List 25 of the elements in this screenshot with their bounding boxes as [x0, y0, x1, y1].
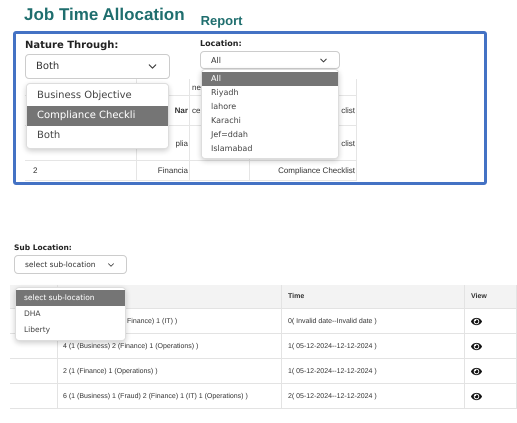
dropdown-option[interactable]: Business Objective	[27, 86, 168, 106]
table-cell	[10, 384, 58, 409]
view-icon[interactable]	[471, 390, 482, 402]
dropdown-option[interactable]: Compliance Checkli	[27, 106, 168, 126]
dropdown-option[interactable]: Karachi	[202, 114, 338, 128]
view-icon[interactable]	[471, 366, 482, 376]
location-select[interactable]: All	[200, 51, 340, 69]
table-cell: 2	[25, 161, 137, 181]
table-cell: Compliance Checklist	[250, 161, 357, 181]
nature-select[interactable]: Both	[25, 54, 170, 79]
table-cell	[190, 161, 250, 181]
page-title: Job Time Allocation	[24, 5, 185, 25]
field-label: Location:	[200, 39, 242, 48]
table-cell	[10, 359, 58, 384]
dropdown-option[interactable]: lahore	[202, 100, 338, 114]
view-icon[interactable]	[471, 340, 482, 352]
dropdown-option[interactable]: Jef=ddah	[202, 128, 338, 142]
field-label: Nature Through:	[25, 40, 118, 51]
view-icon[interactable]	[471, 316, 482, 326]
page-subtitle: Report	[200, 13, 242, 28]
dropdown-option[interactable]: All	[202, 72, 338, 86]
dropdown-option[interactable]: Riyadh	[202, 86, 338, 100]
dropdown-option[interactable]: Both	[27, 126, 168, 146]
dropdown-option[interactable]: Islamabad	[202, 142, 338, 156]
table-cell: Financia	[137, 161, 190, 181]
